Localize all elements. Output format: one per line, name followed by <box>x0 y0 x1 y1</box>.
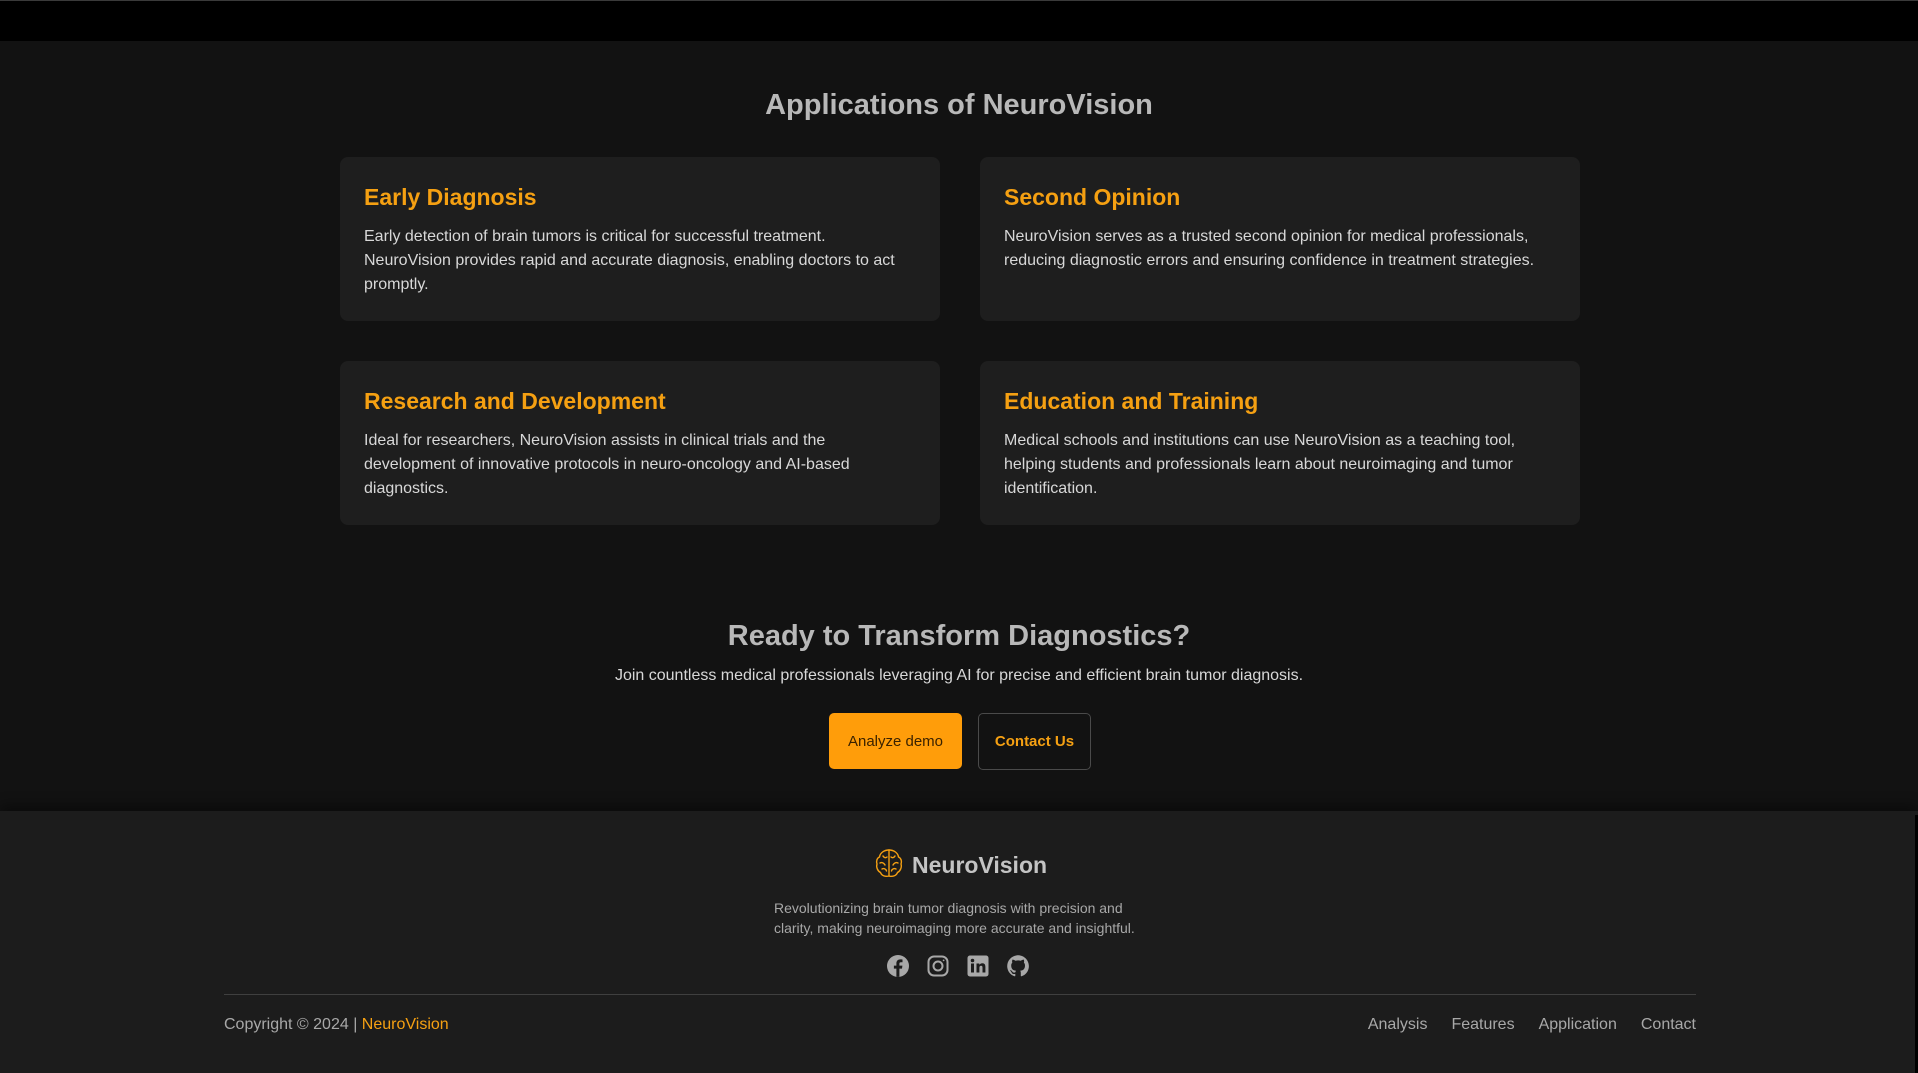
footer-brand-name: NeuroVision <box>912 851 1048 878</box>
linkedin-icon[interactable] <box>966 954 990 978</box>
application-card-education: Education and Training Medical schools a… <box>980 361 1580 525</box>
card-text: Ideal for researchers, NeuroVision assis… <box>364 432 850 497</box>
application-card-second-opinion: Second Opinion NeuroVision serves as a t… <box>980 157 1580 321</box>
footer-link-features[interactable]: Features <box>1451 1016 1514 1034</box>
brain-icon <box>874 847 904 884</box>
site-footer: NeuroVision Revolutionizing brain tumor … <box>0 811 1918 1073</box>
footer-link-contact[interactable]: Contact <box>1641 1016 1696 1034</box>
copyright-text: Copyright © 2024 | <box>224 1016 362 1033</box>
footer-brand[interactable]: NeuroVision <box>874 847 1048 884</box>
section-title: Applications of NeuroVision <box>765 89 1153 121</box>
card-text: NeuroVision serves as a trusted second o… <box>1004 228 1535 269</box>
footer-description: Revolutionizing brain tumor diagnosis wi… <box>774 900 1135 936</box>
card-text: Early detection of brain tumors is criti… <box>364 228 895 293</box>
footer-link-application[interactable]: Application <box>1539 1016 1617 1034</box>
card-title: Second Opinion <box>1004 184 1181 210</box>
footer-nav: Analysis Features Application Contact <box>1368 1016 1696 1034</box>
analyze-demo-button[interactable]: Analyze demo <box>829 713 962 769</box>
footer-link-analysis[interactable]: Analysis <box>1368 1016 1428 1034</box>
social-links <box>886 954 1030 978</box>
instagram-icon[interactable] <box>926 954 950 978</box>
card-title: Education and Training <box>1004 388 1259 414</box>
copyright: Copyright © 2024 | NeuroVision <box>224 1016 449 1034</box>
footer-divider <box>224 994 1696 995</box>
card-text: Medical schools and institutions can use… <box>1004 432 1516 497</box>
application-card-early-diagnosis: Early Diagnosis Early detection of brain… <box>340 157 940 321</box>
card-title: Research and Development <box>364 388 666 414</box>
top-navbar <box>0 0 1918 41</box>
github-icon[interactable] <box>1006 954 1030 978</box>
copyright-brand-link[interactable]: NeuroVision <box>362 1016 449 1033</box>
card-title: Early Diagnosis <box>364 184 537 210</box>
application-card-research: Research and Development Ideal for resea… <box>340 361 940 525</box>
applications-section: Applications of NeuroVision Early Diagno… <box>0 41 1918 811</box>
contact-us-button[interactable]: Contact Us <box>978 713 1091 770</box>
cta-title: Ready to Transform Diagnostics? <box>727 620 1191 652</box>
facebook-icon[interactable] <box>886 954 910 978</box>
cta-subtitle: Join countless medical professionals lev… <box>614 667 1304 684</box>
